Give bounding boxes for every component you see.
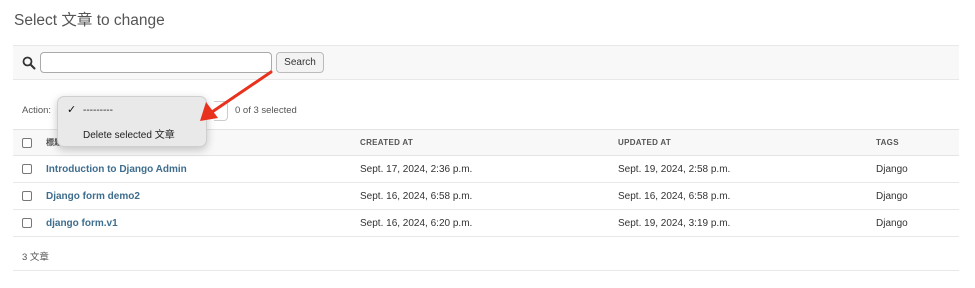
updated-at-cell: Sept. 19, 2024, 2:58 p.m.: [608, 155, 866, 183]
title-cell: Django form demo2: [36, 182, 350, 210]
updated-at-cell: Sept. 16, 2024, 6:58 p.m.: [608, 182, 866, 210]
article-title-link[interactable]: django form.v1: [46, 218, 118, 229]
footer-divider: [13, 270, 959, 271]
row-check-cell: [13, 155, 36, 183]
table-row: Introduction to Django Admin Sept. 17, 2…: [13, 155, 959, 183]
search-input[interactable]: [40, 52, 272, 73]
table-row: django form.v1 Sept. 16, 2024, 6:20 p.m.…: [13, 209, 959, 237]
result-count: 3 文章: [22, 252, 49, 263]
row-checkbox[interactable]: [22, 218, 32, 228]
search-button[interactable]: Search: [276, 52, 324, 73]
column-header-created-at[interactable]: CREATED AT: [350, 129, 608, 156]
row-checkbox[interactable]: [22, 191, 32, 201]
action-label: Action:: [22, 105, 52, 116]
article-title-link[interactable]: Introduction to Django Admin: [46, 164, 187, 175]
column-header-updated-at[interactable]: UPDATED AT: [608, 129, 866, 156]
checkmark-icon: ✓: [67, 104, 77, 116]
title-cell: Introduction to Django Admin: [36, 155, 350, 183]
article-title-link[interactable]: Django form demo2: [46, 191, 140, 202]
action-select[interactable]: [214, 101, 228, 121]
tags-cell: Django: [866, 182, 959, 210]
created-at-cell: Sept. 16, 2024, 6:58 p.m.: [350, 182, 608, 210]
select-all-header: [13, 129, 36, 156]
tags-cell: Django: [866, 155, 959, 183]
created-at-cell: Sept. 16, 2024, 6:20 p.m.: [350, 209, 608, 237]
row-check-cell: [13, 182, 36, 210]
selected-count: 0 of 3 selected: [235, 105, 297, 116]
action-option-delete-selected[interactable]: Delete selected 文章: [58, 123, 208, 141]
action-option-label: Delete selected 文章: [83, 130, 175, 141]
tags-cell: Django: [866, 209, 959, 237]
row-checkbox[interactable]: [22, 164, 32, 174]
updated-at-cell: Sept. 19, 2024, 3:19 p.m.: [608, 209, 866, 237]
select-all-checkbox[interactable]: [22, 137, 32, 148]
column-header-tags[interactable]: TAGS: [866, 129, 959, 156]
title-cell: django form.v1: [36, 209, 350, 237]
row-check-cell: [13, 209, 36, 237]
created-at-cell: Sept. 17, 2024, 2:36 p.m.: [350, 155, 608, 183]
search-toolbar: Search: [13, 45, 959, 80]
table-row: Django form demo2 Sept. 16, 2024, 6:58 p…: [13, 182, 959, 210]
page-title: Select 文章 to change: [14, 12, 165, 29]
action-dropdown-menu: ✓ --------- Delete selected 文章: [57, 96, 207, 147]
search-icon: [22, 56, 36, 70]
action-option-none[interactable]: ✓ ---------: [58, 102, 208, 120]
action-option-label: ---------: [83, 105, 113, 116]
